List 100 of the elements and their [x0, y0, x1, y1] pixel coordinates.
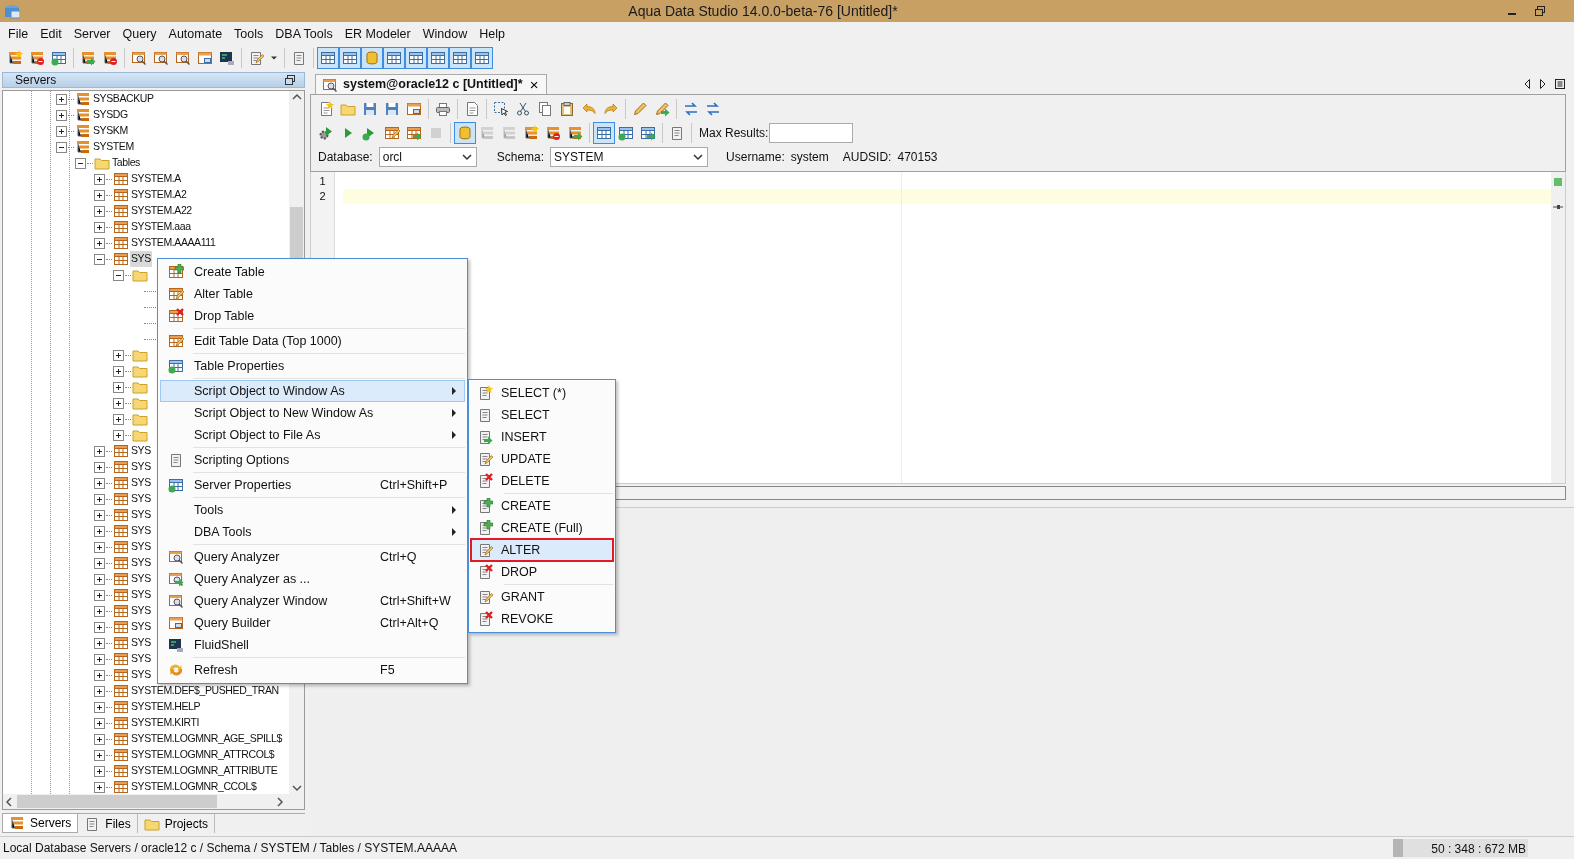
toolbar-button[interactable]: [471, 47, 493, 69]
previous-tab-icon[interactable]: [1522, 78, 1532, 90]
menu-item[interactable]: Query Analyzer Ctrl+Q: [160, 546, 465, 568]
menu-item[interactable]: ER Modeler: [338, 24, 417, 44]
tree-node[interactable]: SYS: [130, 635, 152, 651]
scroll-right-icon[interactable]: [274, 795, 286, 808]
menu-item[interactable]: Query Analyzer as ...: [160, 568, 465, 590]
tree-node[interactable]: Tables: [111, 155, 141, 171]
next-tab-icon[interactable]: [1538, 78, 1548, 90]
collapse-icon[interactable]: [113, 269, 124, 281]
expand-icon[interactable]: [94, 541, 105, 553]
panel-tab[interactable]: Files: [78, 814, 138, 833]
tree-node[interactable]: SYS: [130, 507, 152, 523]
editor-tab[interactable]: system@oracle12 c [Untitled]* ×: [315, 74, 548, 94]
menu-item[interactable]: CREATE: [471, 495, 613, 517]
tree-node[interactable]: SYS: [130, 475, 152, 491]
tree-node[interactable]: SYS: [130, 443, 152, 459]
tree-node[interactable]: SYSBACKUP: [92, 91, 155, 107]
toolbar-button[interactable]: [427, 47, 449, 69]
database-select[interactable]: orcl: [378, 147, 477, 167]
menu-item[interactable]: Server: [67, 24, 117, 44]
expand-icon[interactable]: [94, 477, 105, 489]
menu-item[interactable]: Automate: [162, 24, 229, 44]
expand-icon[interactable]: [94, 717, 105, 729]
toolbar-button[interactable]: [339, 47, 361, 69]
tree-node[interactable]: SYS: [130, 523, 152, 539]
tree-node[interactable]: SYSTEM.LOGMNR_ATTRIBUTE: [130, 763, 279, 779]
tree-node[interactable]: SYS: [130, 651, 152, 667]
toolbar-button[interactable]: [449, 47, 471, 69]
expand-icon[interactable]: [94, 733, 105, 745]
tree-node[interactable]: SYSTEM.aaa: [130, 219, 192, 235]
tree-node[interactable]: SYSTEM.LOGMNR_CCOL$: [130, 779, 258, 794]
menu-item[interactable]: Query Analyzer Window Ctrl+Shift+W: [160, 590, 465, 612]
restore-icon[interactable]: [1534, 5, 1546, 17]
menu-item[interactable]: Tools: [228, 24, 270, 44]
tree-node[interactable]: SYSTEM.LOGMNR_AGE_SPILL$: [130, 731, 283, 747]
menu-item[interactable]: UPDATE: [471, 448, 613, 470]
expand-icon[interactable]: [113, 381, 124, 393]
panel-tab[interactable]: Servers: [2, 814, 79, 833]
toolbar-button[interactable]: [593, 122, 615, 144]
expand-icon[interactable]: [94, 509, 105, 521]
expand-icon[interactable]: [94, 781, 105, 793]
expand-icon[interactable]: [94, 461, 105, 473]
tree-node[interactable]: SYS: [130, 619, 152, 635]
tree-node[interactable]: SYS: [130, 539, 152, 555]
expand-icon[interactable]: [56, 125, 67, 137]
menu-item[interactable]: Script Object to Window As: [160, 380, 465, 402]
menu-item[interactable]: Query: [116, 24, 163, 44]
menu-item[interactable]: Tools: [160, 499, 465, 521]
expand-icon[interactable]: [94, 557, 105, 569]
panel-tab[interactable]: Projects: [137, 814, 216, 833]
expand-icon[interactable]: [113, 365, 124, 377]
menu-item[interactable]: DROP: [471, 561, 613, 583]
toolbar-button[interactable]: [383, 47, 405, 69]
menu-item[interactable]: DBA Tools: [269, 24, 339, 44]
tree-node[interactable]: SYSTEM.A2: [130, 187, 188, 203]
tree-node[interactable]: SYS: [130, 667, 152, 683]
menu-item[interactable]: Help: [473, 24, 511, 44]
expand-icon[interactable]: [94, 669, 105, 681]
menu-item[interactable]: File: [2, 24, 35, 44]
expand-icon[interactable]: [94, 685, 105, 697]
expand-icon[interactable]: [94, 205, 105, 217]
menu-item[interactable]: DBA Tools: [160, 521, 465, 543]
menu-item[interactable]: Refresh F5: [160, 659, 465, 681]
tree-node[interactable]: SYSTEM.AAAA111: [130, 235, 217, 251]
tree-node[interactable]: SYS: [130, 459, 152, 475]
expand-icon[interactable]: [94, 493, 105, 505]
menu-item[interactable]: INSERT: [471, 426, 613, 448]
menu-item[interactable]: GRANT: [471, 586, 613, 608]
expand-icon[interactable]: [94, 653, 105, 665]
scroll-left-icon[interactable]: [3, 795, 15, 808]
menu-item[interactable]: Edit: [34, 24, 68, 44]
tree-node[interactable]: SYS: [130, 251, 152, 267]
schema-select[interactable]: SYSTEM: [550, 147, 709, 167]
expand-icon[interactable]: [94, 445, 105, 457]
expand-icon[interactable]: [94, 637, 105, 649]
tree-node[interactable]: SYSTEM.HELP: [130, 699, 202, 715]
menu-item[interactable]: Window: [416, 24, 474, 44]
scroll-down-icon[interactable]: [290, 782, 303, 794]
menu-item[interactable]: ALTER: [471, 539, 613, 561]
expand-icon[interactable]: [94, 221, 105, 233]
menu-item[interactable]: SELECT (*): [471, 382, 613, 404]
collapse-icon[interactable]: [75, 157, 86, 169]
expand-icon[interactable]: [113, 397, 124, 409]
tree-node[interactable]: SYSTEM.A: [130, 171, 182, 187]
tree-node[interactable]: SYSTEM: [92, 139, 135, 155]
collapse-icon[interactable]: [56, 141, 67, 153]
expand-icon[interactable]: [94, 573, 105, 585]
list-icon[interactable]: [1554, 78, 1566, 90]
tree-node[interactable]: SYSTEM.KIRTI: [130, 715, 200, 731]
tree-node[interactable]: SYSTEM.A22: [130, 203, 193, 219]
tree-node[interactable]: SYS: [130, 587, 152, 603]
tree-node[interactable]: SYSTEM.LOGMNR_ATTRCOL$: [130, 747, 276, 763]
menu-item[interactable]: REVOKE: [471, 608, 613, 630]
menu-item[interactable]: FluidShell: [160, 634, 465, 656]
toolbar-button[interactable]: [405, 47, 427, 69]
expand-icon[interactable]: [94, 749, 105, 761]
tree-node[interactable]: SYSDG: [92, 107, 129, 123]
expand-icon[interactable]: [94, 525, 105, 537]
tree-node[interactable]: SYSTEM.DEF$_PUSHED_TRAN: [130, 683, 280, 699]
